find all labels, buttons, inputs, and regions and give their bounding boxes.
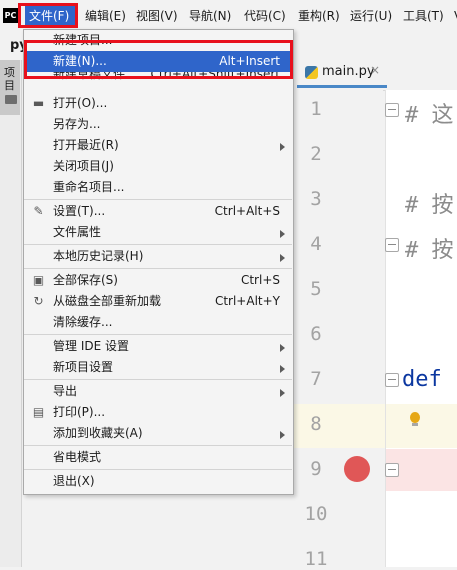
left-tool-strip [0, 60, 22, 567]
line-number: 9 [310, 458, 322, 480]
menu-item-print[interactable]: ▤ 打印(P)... [24, 402, 292, 423]
menu-item-label: 打开最近(R) [53, 138, 119, 152]
menu-item-label: 管理 IDE 设置 [53, 339, 129, 353]
fold-toggle-icon[interactable] [385, 463, 399, 477]
menu-separator [24, 334, 292, 335]
menu-item-label: 打印(P)... [53, 405, 106, 419]
tab-main-py-label: main.py [322, 64, 375, 79]
line-number: 5 [310, 278, 322, 300]
menu-item-reload-from-disk[interactable]: ↻ 从磁盘全部重新加载 Ctrl+Alt+Y [24, 291, 292, 312]
menu-item-label: 文件属性 [53, 225, 102, 239]
menu-vcs[interactable]: V [450, 6, 457, 26]
close-icon[interactable]: × [370, 63, 380, 77]
fold-toggle-icon[interactable] [385, 238, 399, 252]
menu-item-rename-project[interactable]: 重命名项目... [24, 177, 292, 198]
menu-item-label: 关闭项目(J) [53, 159, 114, 173]
code-line-4: # 按 [405, 238, 454, 263]
menu-item-export[interactable]: 导出 [24, 381, 292, 402]
line-number: 10 [304, 503, 328, 525]
submenu-arrow-icon [280, 389, 285, 397]
menu-separator [24, 379, 292, 380]
menu-code[interactable]: 代码(C) [240, 6, 290, 26]
lightbulb-icon[interactable] [410, 412, 420, 423]
menu-separator [24, 199, 292, 200]
menu-item-label: 清除缓存... [53, 315, 113, 329]
menu-run[interactable]: 运行(U) [346, 6, 396, 26]
menu-item-open-recent[interactable]: 打开最近(R) [24, 135, 292, 156]
menu-item-shortcut: Ctrl+Alt+Y [214, 294, 280, 308]
menu-item-exit[interactable]: 退出(X) [24, 471, 292, 492]
menu-edit[interactable]: 编辑(E) [81, 6, 130, 26]
menu-item-invalidate-caches[interactable]: 清除缓存... [24, 312, 292, 333]
menu-refactor[interactable]: 重构(R) [294, 6, 344, 26]
line-number: 6 [310, 323, 322, 345]
menu-item-label: 导出 [53, 384, 78, 398]
menu-separator [24, 469, 292, 470]
menu-item-manage-ide-settings[interactable]: 管理 IDE 设置 [24, 336, 292, 357]
menu-view[interactable]: 视图(V) [132, 6, 182, 26]
menu-item-label: 退出(X) [53, 474, 95, 488]
file-menu-annotation-box [18, 3, 78, 28]
line-number: 4 [310, 233, 322, 255]
fold-toggle-icon[interactable] [385, 103, 399, 117]
menu-item-label: 本地历史记录(H) [53, 249, 144, 263]
menu-item-shortcut: Ctrl+Alt+S [214, 204, 280, 218]
code-line-7: def [402, 367, 442, 392]
menu-item-label: 全部保存(S) [53, 273, 118, 287]
menu-item-label: 省电模式 [53, 450, 102, 464]
menu-item-open[interactable]: ▬ 打开(O)... [24, 93, 292, 114]
line-number: 7 [310, 368, 322, 390]
printer-icon: ▤ [32, 405, 45, 419]
menu-item-local-history[interactable]: 本地历史记录(H) [24, 246, 292, 267]
lightbulb-base [412, 423, 418, 426]
menu-navigate[interactable]: 导航(N) [185, 6, 235, 26]
wrench-icon: ✎ [33, 204, 44, 218]
menu-item-add-to-favorites[interactable]: 添加到收藏夹(A) [24, 423, 292, 444]
submenu-arrow-icon [280, 143, 285, 151]
menu-item-settings[interactable]: ✎ 设置(T)... Ctrl+Alt+S [24, 201, 292, 222]
pycharm-logo-icon: PC [3, 8, 18, 23]
submenu-arrow-icon [280, 254, 285, 262]
submenu-arrow-icon [280, 230, 285, 238]
menu-item-new-project-settings[interactable]: 新项目设置 [24, 357, 292, 378]
code-line-3: # 按 [405, 193, 454, 218]
refresh-icon: ↻ [33, 294, 44, 308]
menu-item-label: 打开(O)... [53, 96, 108, 110]
new-item-annotation-box [24, 40, 293, 79]
menu-item-save-as[interactable]: 另存为... [24, 114, 292, 135]
line-number: 3 [310, 188, 322, 210]
menu-item-power-save-mode[interactable]: 省电模式 [24, 447, 292, 468]
menu-separator [24, 244, 292, 245]
menu-item-label: 添加到收藏夹(A) [53, 426, 143, 440]
menu-item-shortcut: Ctrl+S [240, 273, 280, 287]
project-tool-tab-label: 项目 [4, 66, 15, 92]
menu-item-save-all[interactable]: ▣ 全部保存(S) Ctrl+S [24, 270, 292, 291]
line-number: 2 [310, 143, 322, 165]
submenu-arrow-icon [280, 365, 285, 373]
menu-item-label: 重命名项目... [53, 180, 125, 194]
save-icon: ▣ [32, 273, 45, 287]
folder-open-icon: ▬ [32, 96, 45, 110]
menu-item-label: 另存为... [53, 117, 101, 131]
python-file-icon [305, 66, 318, 79]
breakpoint-icon[interactable] [344, 456, 370, 482]
menu-item-label: 从磁盘全部重新加载 [53, 294, 162, 308]
folder-icon [5, 95, 17, 104]
menu-tools[interactable]: 工具(T) [399, 6, 448, 26]
code-line-1: # 这 [405, 103, 454, 128]
menu-item-label: 设置(T)... [53, 204, 106, 218]
submenu-arrow-icon [280, 431, 285, 439]
menu-separator [24, 445, 292, 446]
menu-item-file-properties[interactable]: 文件属性 [24, 222, 292, 243]
line-number: 1 [310, 98, 322, 120]
gutter-separator [385, 90, 386, 567]
menu-separator [24, 268, 292, 269]
submenu-arrow-icon [280, 344, 285, 352]
menu-item-label: 新项目设置 [53, 360, 114, 374]
menu-item-close-project[interactable]: 关闭项目(J) [24, 156, 292, 177]
line-number: 8 [310, 413, 322, 435]
fold-toggle-icon[interactable] [385, 373, 399, 387]
code-editor[interactable] [386, 90, 457, 567]
